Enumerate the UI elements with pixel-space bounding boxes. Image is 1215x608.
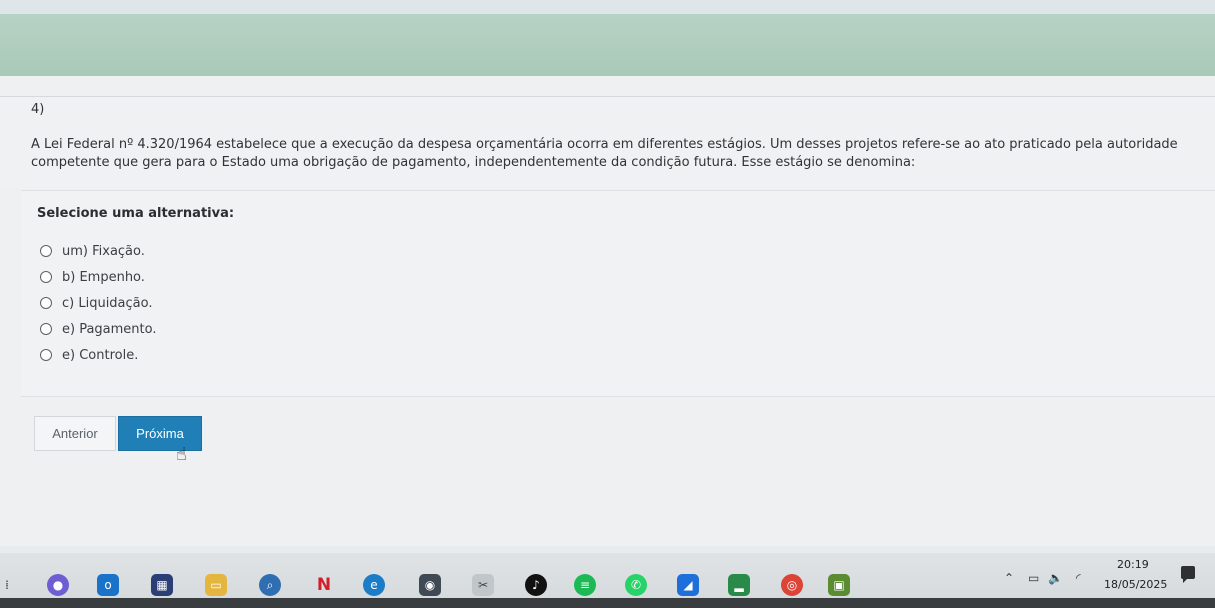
photos-icon[interactable]: ◢ <box>677 574 699 596</box>
widgets-icon[interactable]: ⁞ <box>0 574 14 596</box>
option-label: e) Controle. <box>62 347 139 363</box>
calculator-icon[interactable]: ▦ <box>151 574 173 596</box>
header-band <box>0 14 1215 76</box>
battery-icon[interactable]: ▭ <box>1028 571 1039 585</box>
option-d[interactable]: e) Pagamento. <box>40 319 157 339</box>
whatsapp-icon[interactable]: ✆ <box>625 574 647 596</box>
speaker-icon[interactable]: 🔈 <box>1048 571 1063 585</box>
clock-date[interactable]: 18/05/2025 <box>1104 578 1167 591</box>
gallery-icon[interactable]: ▂ <box>728 574 750 596</box>
chrome-icon[interactable]: ◎ <box>781 574 803 596</box>
question-text: A Lei Federal nº 4.320/1964 estabelece q… <box>31 137 1178 170</box>
chevron-up-icon[interactable]: ⌃ <box>1004 571 1014 585</box>
top-strip <box>0 0 1215 14</box>
radio-icon[interactable] <box>40 271 52 283</box>
option-label: c) Liquidação. <box>62 295 153 311</box>
option-e[interactable]: e) Controle. <box>40 345 138 365</box>
radio-icon[interactable] <box>40 349 52 361</box>
previous-button[interactable]: Anterior <box>34 416 116 451</box>
camera-icon[interactable]: ◉ <box>419 574 441 596</box>
screen-bottom-edge <box>0 598 1215 608</box>
question-number: 4) <box>31 102 45 117</box>
minecraft-icon[interactable]: ▣ <box>828 574 850 596</box>
search-app-icon[interactable]: ⌕ <box>259 574 281 596</box>
edge-icon[interactable]: e <box>363 574 385 596</box>
notification-icon[interactable] <box>1181 566 1195 583</box>
option-label: e) Pagamento. <box>62 321 157 337</box>
next-button[interactable]: Próxima <box>118 416 202 451</box>
radio-icon[interactable] <box>40 297 52 309</box>
outlook-icon[interactable]: o <box>97 574 119 596</box>
file-explorer-icon[interactable]: ▭ <box>205 574 227 596</box>
spotify-icon[interactable]: ≡ <box>574 574 596 596</box>
radio-icon[interactable] <box>40 245 52 257</box>
radio-icon[interactable] <box>40 323 52 335</box>
option-a[interactable]: um) Fixação. <box>40 241 145 261</box>
tiktok-icon[interactable]: ♪ <box>525 574 547 596</box>
netflix-icon[interactable]: N <box>313 574 335 596</box>
hand-cursor-icon: ☝ <box>176 444 187 465</box>
clock-time[interactable]: 20:19 <box>1117 558 1149 571</box>
select-label: Selecione uma alternativa: <box>37 206 235 221</box>
snipping-tool-icon[interactable]: ✂ <box>472 574 494 596</box>
media-player-icon[interactable]: ● <box>47 574 69 596</box>
wifi-icon[interactable]: ◜ <box>1076 571 1081 585</box>
option-b[interactable]: b) Empenho. <box>40 267 145 287</box>
option-label: um) Fixação. <box>62 243 145 259</box>
option-label: b) Empenho. <box>62 269 145 285</box>
option-c[interactable]: c) Liquidação. <box>40 293 153 313</box>
options-panel <box>21 190 1215 397</box>
